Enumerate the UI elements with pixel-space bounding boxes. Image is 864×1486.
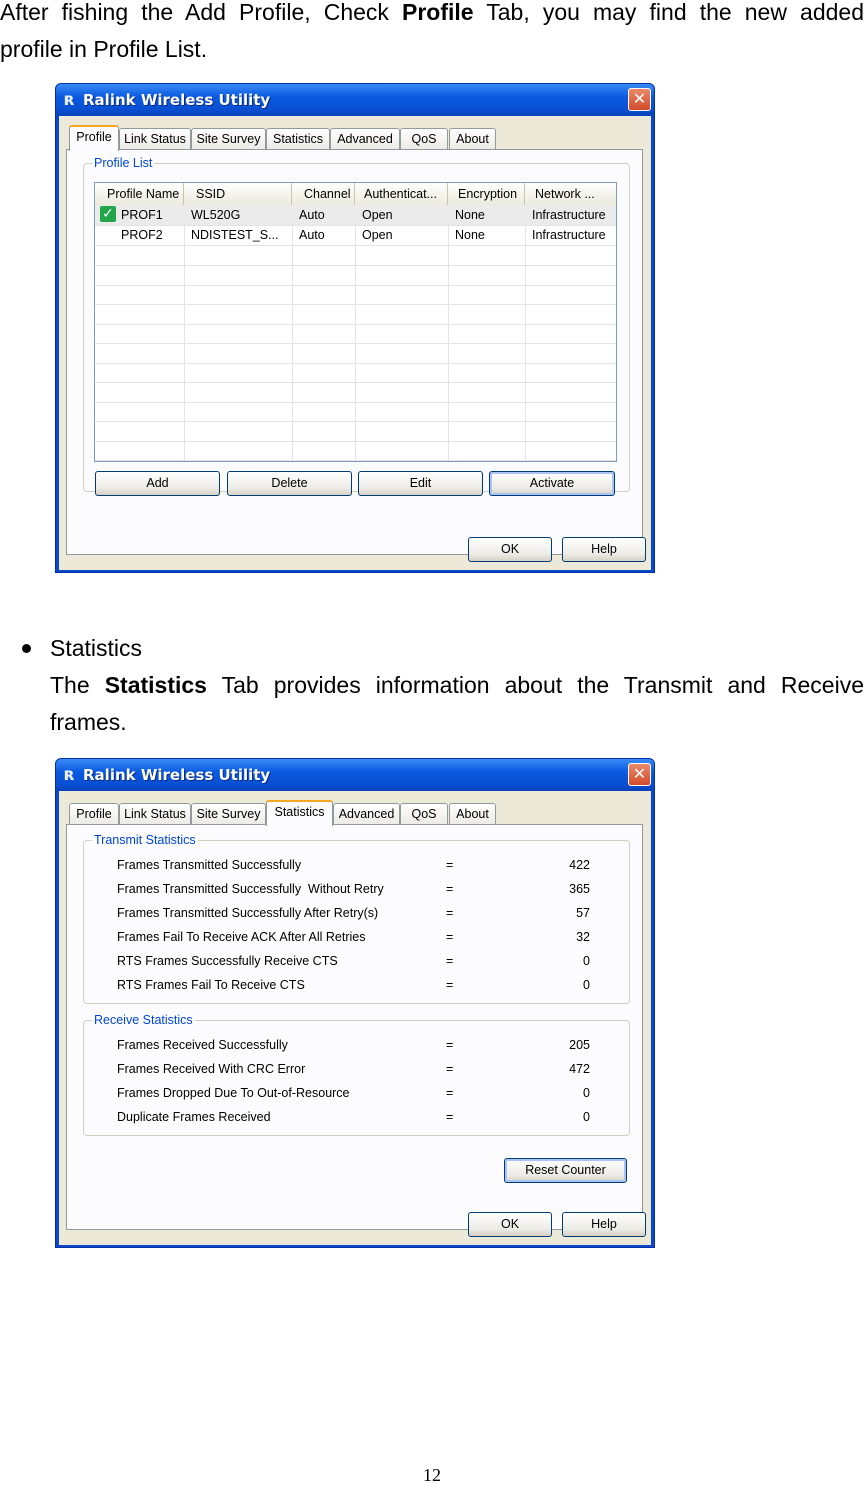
stat-row: RTS Frames Successfully Receive CTS = 0: [117, 954, 590, 968]
close-button[interactable]: ✕: [628, 763, 651, 786]
tab-about[interactable]: About: [449, 803, 496, 824]
list-header: Profile Name SSID Channel Authenticat...…: [95, 183, 616, 206]
title-bar[interactable]: ʀ Ralink Wireless Utility ✕: [56, 759, 654, 791]
edit-button[interactable]: Edit: [358, 471, 483, 496]
profile-bold: Profile: [402, 0, 474, 25]
stat-row: Frames Received With CRC Error = 472: [117, 1062, 590, 1076]
window-client: Profile Link Status Site Survey Statisti…: [59, 791, 651, 1245]
col-ssid[interactable]: SSID: [184, 183, 292, 205]
section-desc-line-1: The Statistics Tab provides information …: [50, 672, 864, 698]
tab-statistics[interactable]: Statistics: [266, 800, 333, 826]
title-bar[interactable]: ʀ Ralink Wireless Utility ✕: [56, 84, 654, 116]
stat-row: Frames Received Successfully = 205: [117, 1038, 590, 1052]
help-button[interactable]: Help: [562, 1212, 646, 1237]
profile-window: ʀ Ralink Wireless Utility ✕ Profile Link…: [55, 83, 655, 573]
col-profile-name[interactable]: Profile Name: [95, 183, 184, 205]
help-button[interactable]: Help: [562, 537, 646, 562]
stat-row: Frames Transmitted Successfully After Re…: [117, 906, 590, 920]
ralink-logo-icon: ʀ: [64, 765, 75, 785]
tab-profile[interactable]: Profile: [69, 803, 119, 824]
ralink-logo-icon: ʀ: [64, 90, 75, 110]
receive-statistics-group: Receive Statistics Frames Received Succe…: [83, 1012, 630, 1136]
tab-site-survey[interactable]: Site Survey: [191, 803, 266, 824]
col-network[interactable]: Network ...: [525, 183, 616, 205]
close-button[interactable]: ✕: [628, 88, 651, 111]
stat-row: Frames Fail To Receive ACK After All Ret…: [117, 930, 590, 944]
window-title: Ralink Wireless Utility: [83, 766, 271, 784]
window-title: Ralink Wireless Utility: [83, 91, 271, 109]
check-icon: ✓: [100, 206, 116, 222]
tab-profile[interactable]: Profile: [69, 125, 119, 151]
reset-counter-button[interactable]: Reset Counter: [504, 1158, 627, 1183]
tab-advanced[interactable]: Advanced: [333, 803, 400, 824]
tab-qos[interactable]: QoS: [400, 128, 448, 149]
tab-about[interactable]: About: [449, 128, 496, 149]
bullet-icon: [22, 644, 31, 653]
receive-statistics-label: Receive Statistics: [92, 1012, 195, 1028]
profile-list-label: Profile List: [92, 155, 155, 171]
intro-line-2: profile in Profile List.: [0, 36, 208, 62]
ok-button[interactable]: OK: [468, 537, 552, 562]
stat-row: RTS Frames Fail To Receive CTS = 0: [117, 978, 590, 992]
section-title: Statistics: [50, 635, 143, 661]
tab-site-survey[interactable]: Site Survey: [191, 128, 266, 149]
window-client: Profile Link Status Site Survey Statisti…: [59, 116, 651, 570]
intro-line-1: After fishing the Add Profile, Check Pro…: [0, 0, 864, 25]
transmit-statistics-label: Transmit Statistics: [92, 832, 198, 848]
tab-link-status[interactable]: Link Status: [119, 803, 191, 824]
tab-qos[interactable]: QoS: [400, 803, 448, 824]
activate-button[interactable]: Activate: [489, 471, 615, 496]
statistics-window: ʀ Ralink Wireless Utility ✕ Profile Link…: [55, 758, 655, 1248]
tab-statistics[interactable]: Statistics: [266, 128, 330, 149]
table-row[interactable]: PROF2 NDISTEST_S... Auto Open None Infra…: [95, 225, 616, 246]
tab-advanced[interactable]: Advanced: [330, 128, 400, 149]
profile-list-group: Profile List Profile Name SSID Channel A…: [83, 155, 630, 496]
table-row[interactable]: ✓ PROF1 WL520G Auto Open None Infrastruc…: [95, 205, 616, 226]
col-channel[interactable]: Channel: [292, 183, 355, 205]
ok-button[interactable]: OK: [468, 1212, 552, 1237]
stat-row: Frames Dropped Due To Out-of-Resource = 0: [117, 1086, 590, 1100]
intro-paragraph: After fishing the Add Profile, Check Pro…: [0, 0, 864, 68]
stat-row: Frames Transmitted Successfully = 422: [117, 858, 590, 872]
page-number: 12: [423, 1465, 441, 1485]
stat-row: Frames Transmitted Successfully Without …: [117, 882, 590, 896]
col-encryption[interactable]: Encryption: [448, 183, 525, 205]
stat-row: Duplicate Frames Received = 0: [117, 1110, 590, 1124]
col-authentication[interactable]: Authenticat...: [355, 183, 448, 205]
delete-button[interactable]: Delete: [227, 471, 352, 496]
profile-list[interactable]: Profile Name SSID Channel Authenticat...…: [94, 182, 617, 462]
profile-panel: Profile List Profile Name SSID Channel A…: [66, 149, 643, 555]
add-button[interactable]: Add: [95, 471, 220, 496]
section-desc-line-2: frames.: [50, 709, 127, 735]
statistics-panel: Transmit Statistics Frames Transmitted S…: [66, 824, 643, 1230]
tab-link-status[interactable]: Link Status: [119, 128, 191, 149]
transmit-statistics-group: Transmit Statistics Frames Transmitted S…: [83, 832, 630, 1004]
statistics-bold: Statistics: [104, 672, 207, 698]
